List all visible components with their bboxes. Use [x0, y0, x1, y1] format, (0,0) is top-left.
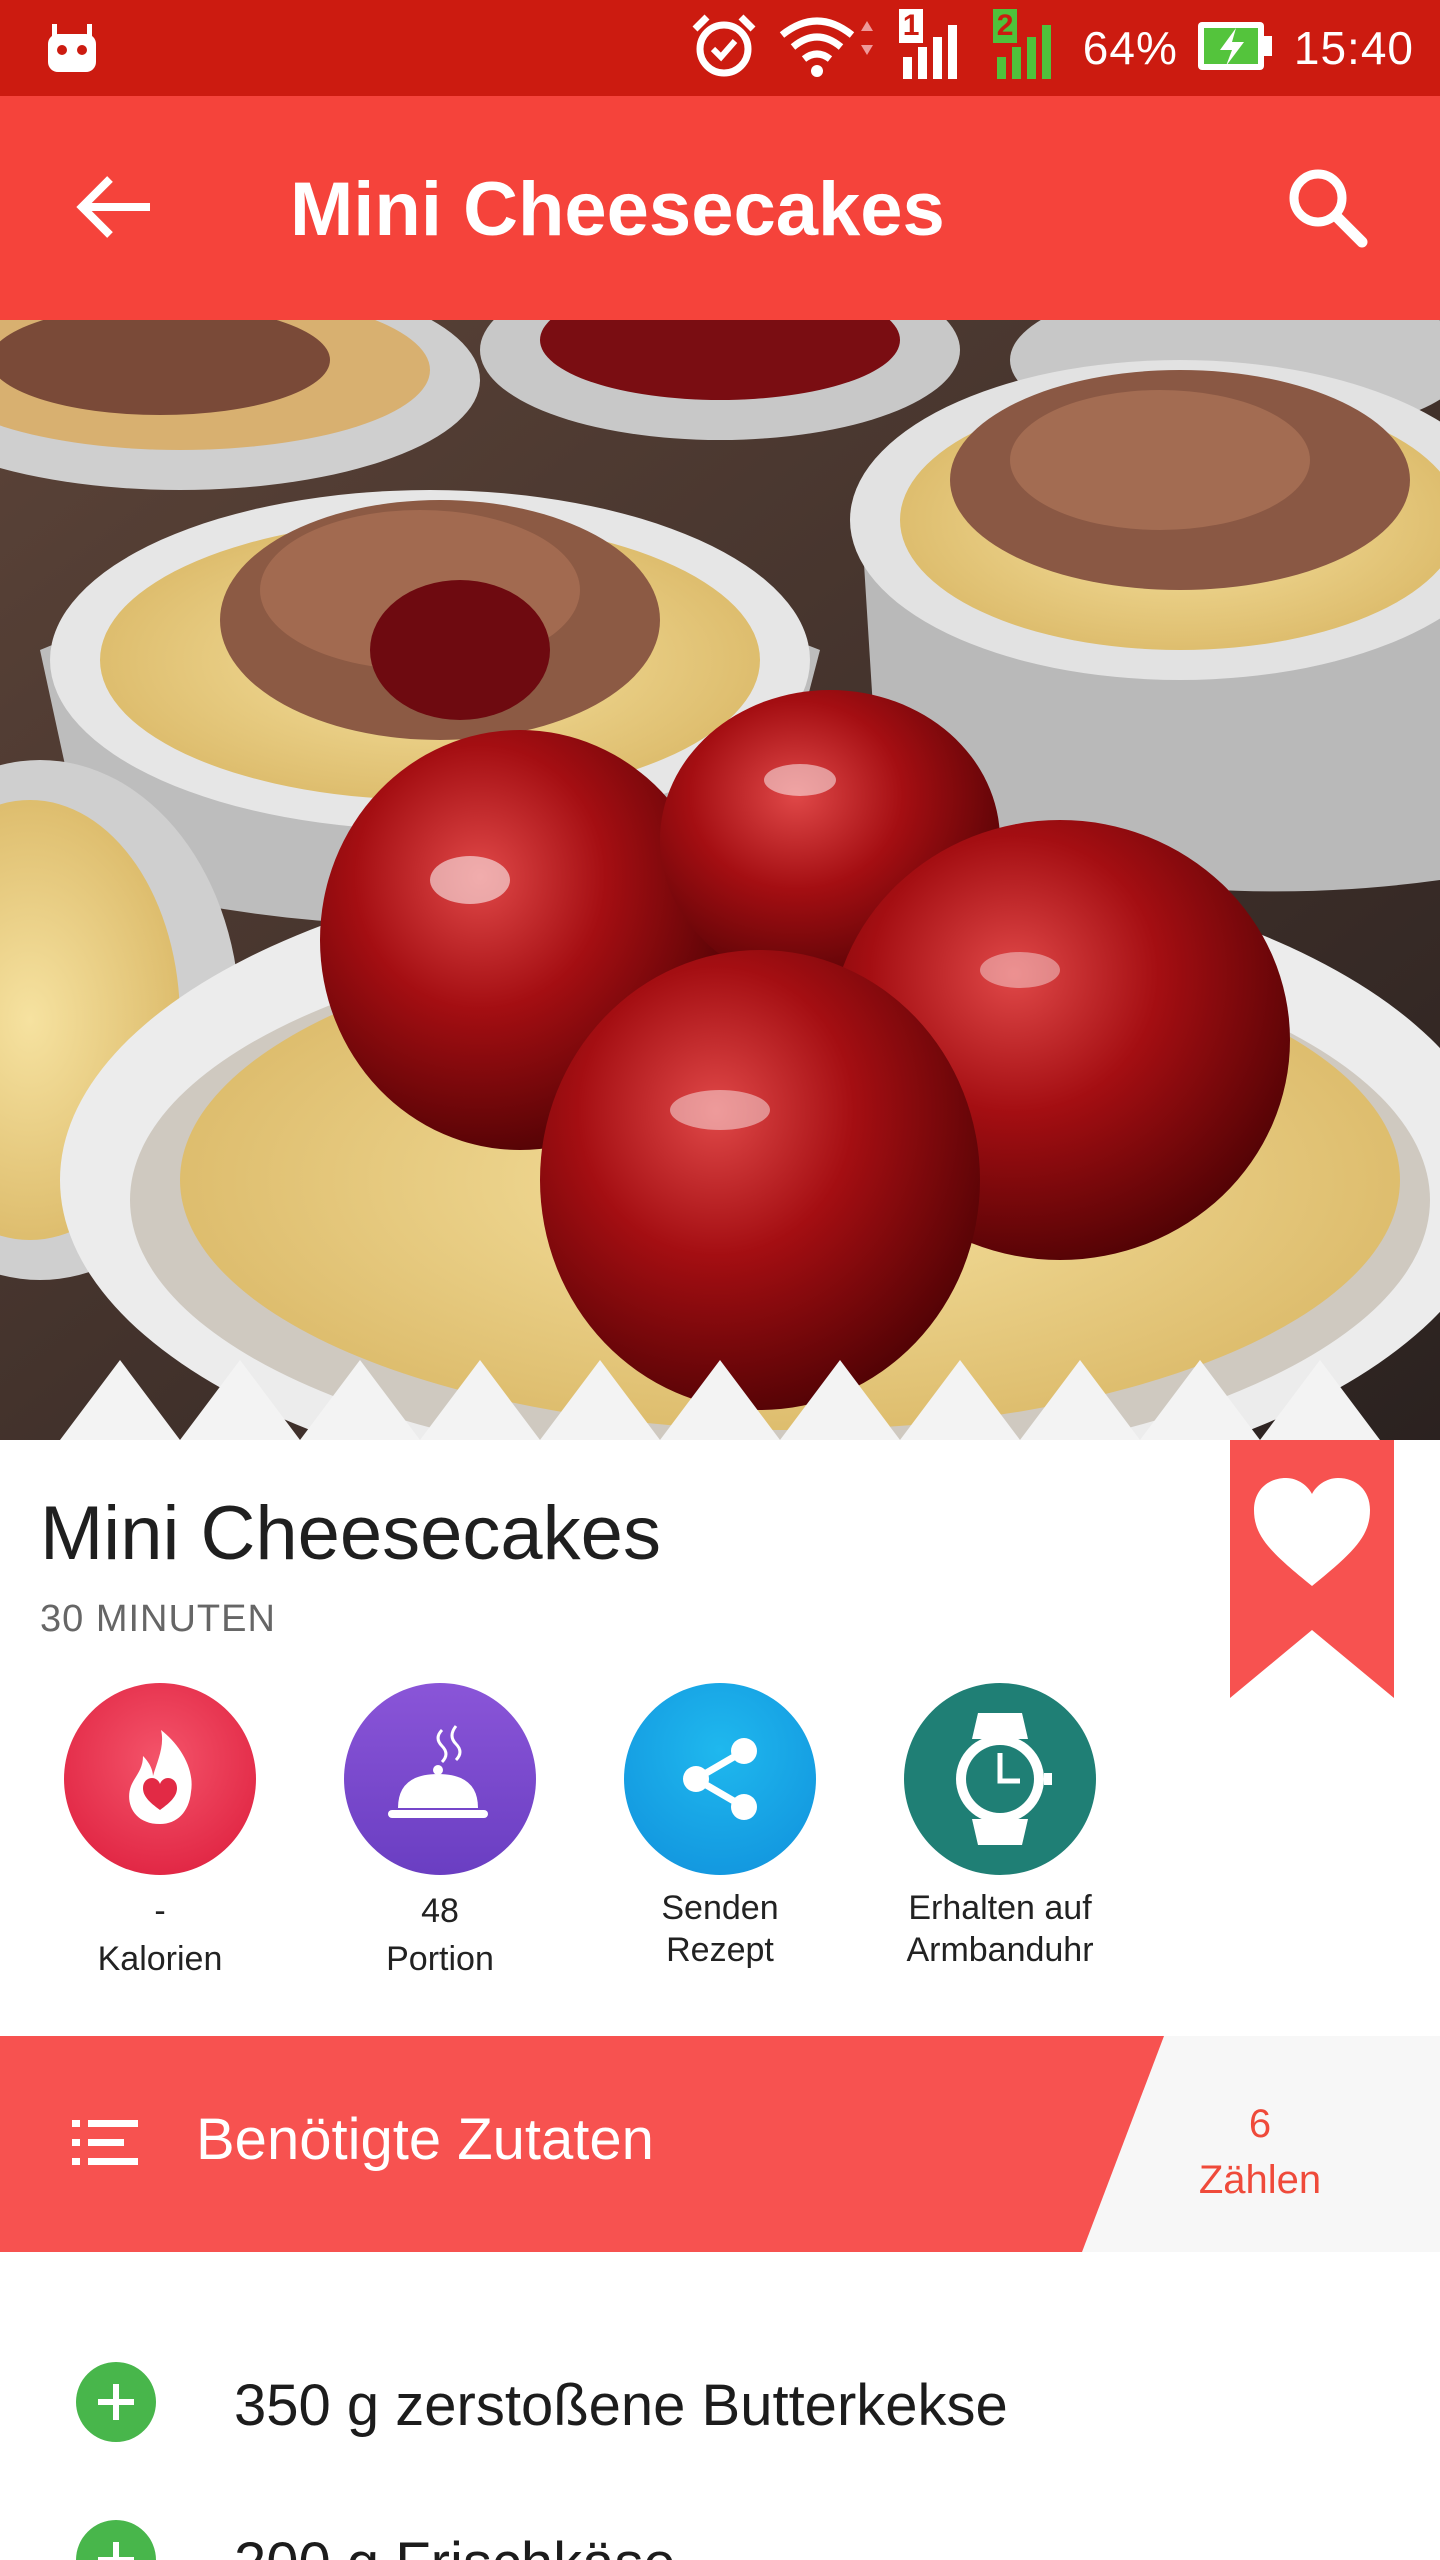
plus-icon	[98, 2542, 134, 2560]
ingredients-count[interactable]: 6 Zählen	[1160, 2096, 1360, 2208]
recipe-hero-image	[0, 320, 1440, 1440]
add-ingredient-button[interactable]	[76, 2520, 156, 2560]
app-bar: Mini Cheesecakes	[0, 96, 1440, 320]
calories-action[interactable]: - Kalorien	[40, 1683, 280, 1983]
share-recipe-action[interactable]: Senden Rezept	[600, 1683, 840, 1971]
search-button[interactable]	[1278, 158, 1378, 258]
alarm-icon	[689, 11, 759, 86]
plus-icon	[98, 2384, 134, 2420]
status-bar: 1 2 64% 15:40	[0, 0, 1440, 96]
share-label-line2: Rezept	[666, 1931, 774, 1969]
battery-percent: 64%	[1082, 22, 1178, 74]
ingredients-count-label: Zählen	[1198, 2158, 1322, 2202]
recipe-time: 30 MINUTEN	[40, 1598, 276, 1640]
watch-label-line1: Erhalten auf	[908, 1889, 1092, 1927]
flame-heart-icon	[64, 1683, 256, 1875]
ingredient-text: 350 g zerstoßene Butterkekse	[234, 2373, 1008, 2438]
send-to-watch-action[interactable]: Erhalten auf Armbanduhr	[880, 1683, 1120, 1971]
battery-charging-icon	[1196, 16, 1276, 81]
ingredient-text: 200 g Frischkäse	[234, 2530, 676, 2560]
list-item: 350 g zerstoßene Butterkekse	[0, 2326, 1440, 2466]
share-icon	[624, 1683, 816, 1875]
ingredients-header: Benötigte Zutaten 6 Zählen	[0, 2036, 1440, 2252]
add-ingredient-button[interactable]	[76, 2362, 156, 2442]
calories-value: -	[154, 1892, 166, 1930]
calories-label: Kalorien	[97, 1940, 223, 1978]
arrow-left-icon	[76, 176, 150, 238]
watch-icon	[904, 1683, 1096, 1875]
sim1-signal-icon: 1	[895, 9, 971, 83]
favorite-button[interactable]	[1230, 1440, 1394, 1698]
back-button[interactable]	[70, 162, 160, 252]
list-item: 200 g Frischkäse	[0, 2484, 1440, 2560]
sim2-signal-icon: 2	[989, 9, 1065, 83]
wifi-icon	[777, 11, 877, 86]
clock: 15:40	[1293, 22, 1414, 74]
share-label-line1: Senden	[661, 1889, 779, 1927]
page-title: Mini Cheesecakes	[290, 167, 945, 252]
list-icon	[72, 2118, 142, 2168]
search-icon	[1289, 169, 1368, 248]
portion-action[interactable]: 48 Portion	[320, 1683, 560, 1983]
cloche-icon	[344, 1683, 536, 1875]
ingredients-title: Benötigte Zutaten	[196, 2107, 654, 2172]
ingredients-count-value: 6	[1248, 2102, 1272, 2146]
ingredients-list: 350 g zerstoßene Butterkekse 200 g Frisc…	[0, 2252, 1440, 2560]
recipe-title: Mini Cheesecakes	[40, 1491, 661, 1576]
recipe-info-card: Mini Cheesecakes 30 MINUTEN - Kalorien 4…	[0, 1440, 1440, 2036]
sim2-label: 2	[992, 9, 1018, 43]
portion-label: Portion	[386, 1940, 494, 1978]
watch-label-line2: Armbanduhr	[906, 1931, 1094, 1969]
android-notification-icon	[44, 20, 100, 81]
portion-value: 48	[421, 1892, 459, 1930]
